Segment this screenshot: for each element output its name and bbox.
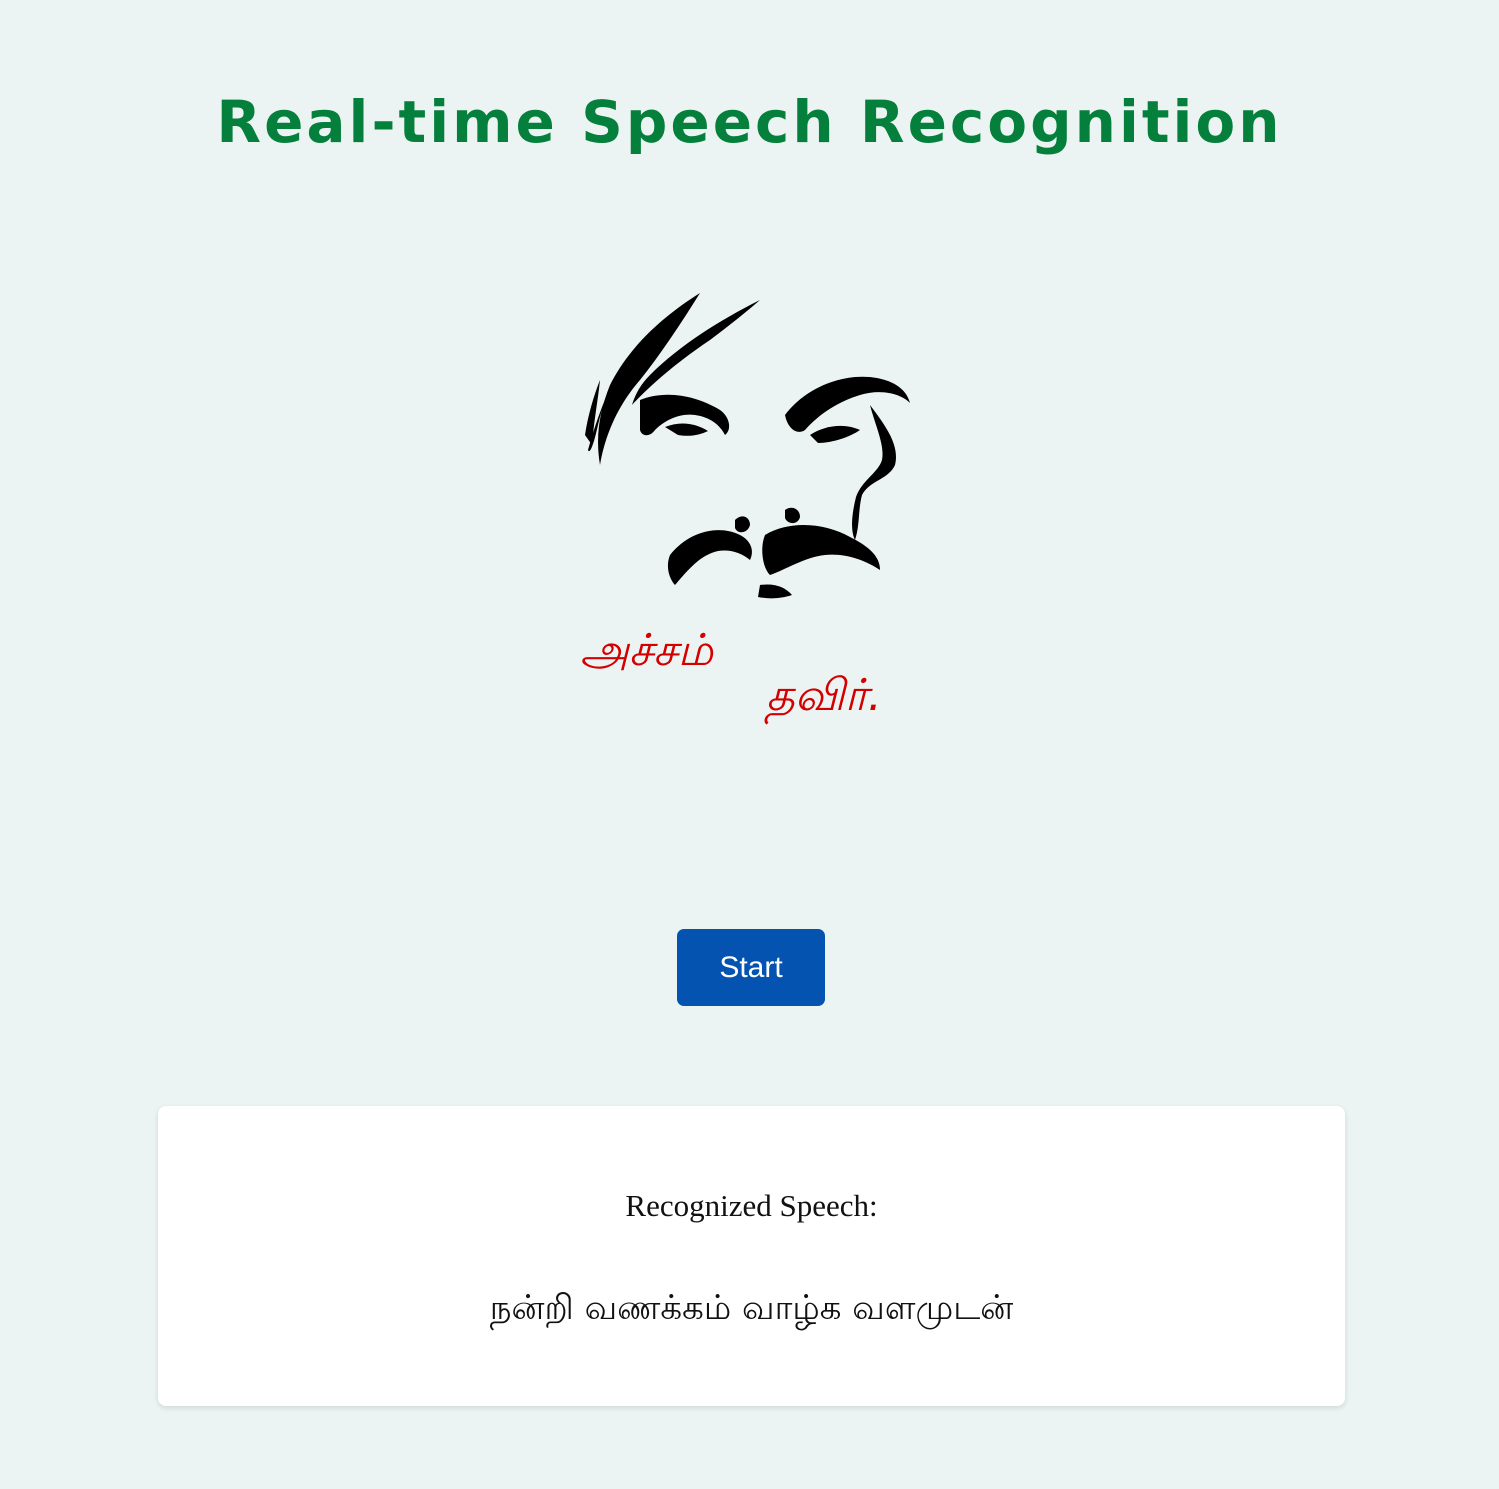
logo-text-line-2: தவிர். [764,670,882,725]
start-button[interactable]: Start [677,929,825,1006]
portrait-logo-icon: அச்சம் தவிர். [580,293,910,725]
logo-text-line-1: அச்சம் [580,625,715,676]
page-title: Real-time Speech Recognition [216,88,1283,156]
result-label: Recognized Speech: [625,1188,878,1223]
result-card: Recognized Speech: நன்றி வணக்கம் வாழ்க வ… [158,1106,1345,1406]
logo: அச்சம் தவிர். [570,285,940,735]
recognized-text: நன்றி வணக்கம் வாழ்க வளமுடன் [489,1288,1014,1328]
